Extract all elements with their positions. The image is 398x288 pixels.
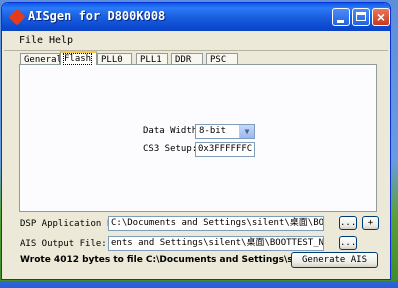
- menu-file[interactable]: File: [19, 35, 43, 46]
- app-icon: [8, 8, 26, 26]
- minimize-icon: [337, 20, 344, 23]
- window-title: AISgen for D800K008: [28, 9, 166, 23]
- dsp-browse-button[interactable]: ...: [339, 216, 357, 230]
- data-width-select[interactable]: 8-bit ▼: [195, 124, 255, 139]
- cs3-setup-input[interactable]: 0x3FFFFFFC: [195, 142, 255, 157]
- data-width-value: 8-bit: [199, 126, 227, 136]
- add-file-button[interactable]: +: [362, 216, 379, 230]
- maximize-button[interactable]: [352, 8, 370, 26]
- ais-output-file-label: AIS Output File:: [20, 239, 107, 249]
- cs3-setup-label: CS3 Setup:: [143, 144, 198, 154]
- data-width-label: Data Width:: [143, 126, 203, 136]
- maximize-icon: [356, 12, 366, 21]
- close-button[interactable]: ×: [372, 8, 390, 26]
- minimize-button[interactable]: [332, 8, 350, 26]
- ais-browse-button[interactable]: ...: [339, 236, 357, 250]
- menu-help[interactable]: Help: [49, 35, 73, 46]
- app-window: AISgen for D800K008 × File Help General …: [1, 2, 391, 280]
- menu-bar: File Help: [2, 32, 390, 50]
- close-icon: ×: [376, 9, 386, 25]
- ais-output-file-input[interactable]: ents and Settings\silent\桌面\BOOTTEST_NAN…: [108, 236, 324, 251]
- tab-flash[interactable]: Flash: [60, 51, 97, 65]
- generate-ais-button[interactable]: Generate AIS: [291, 252, 378, 268]
- dsp-app-file-input[interactable]: C:\Documents and Settings\silent\桌面\BOOT…: [108, 216, 324, 231]
- chevron-down-icon[interactable]: ▼: [239, 125, 254, 138]
- taskbar: [0, 281, 398, 288]
- title-bar[interactable]: AISgen for D800K008 ×: [2, 3, 390, 31]
- status-message: Wrote 4012 bytes to file C:\Documents an…: [20, 255, 310, 265]
- tab-flash-label: Flash: [62, 53, 93, 65]
